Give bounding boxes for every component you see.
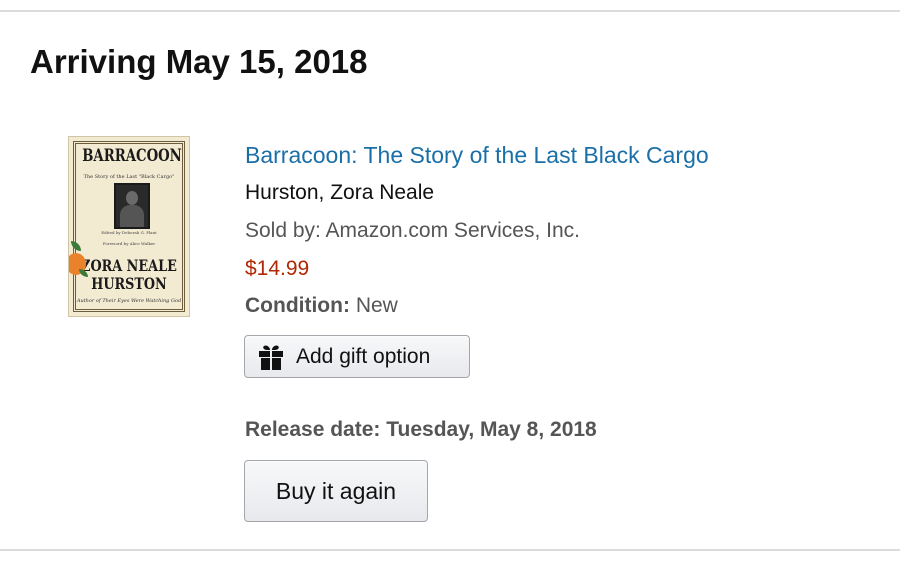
- gift-icon: [258, 344, 284, 370]
- condition-label: Condition:: [245, 294, 350, 317]
- bottom-divider: [0, 549, 900, 551]
- release-date: Release date: Tuesday, May 8, 2018: [245, 418, 597, 441]
- cover-title: BARRACOON: [82, 146, 182, 166]
- buy-it-again-button[interactable]: Buy it again: [244, 460, 428, 522]
- product-title-link[interactable]: Barracoon: The Story of the Last Black C…: [245, 140, 709, 170]
- product-price: $14.99: [245, 257, 310, 280]
- buy-it-again-label: Buy it again: [275, 478, 397, 504]
- add-gift-option-label: Add gift option: [296, 345, 431, 368]
- condition-value: New: [355, 294, 398, 317]
- add-gift-option-button[interactable]: Add gift option: [244, 335, 470, 378]
- cover-subtitle: The Story of the Last "Black Cargo": [83, 174, 175, 180]
- cover-editor-credit: Edited by Deborah G. Plant: [101, 230, 157, 235]
- cover-author-line-2: HURSTON: [91, 274, 167, 293]
- cover-footer: Author of Their Eyes Were Watching God: [76, 298, 182, 304]
- cover-foreword-credit: Foreword by Alice Walker: [102, 241, 156, 246]
- arrival-heading: Arriving May 15, 2018: [30, 43, 368, 80]
- top-divider: [0, 10, 900, 12]
- product-author: Hurston, Zora Neale: [245, 181, 435, 204]
- book-cover-image[interactable]: BARRACOON The Story of the Last "Black C…: [68, 136, 190, 317]
- cover-portrait: [114, 183, 150, 229]
- cover-author-line-1: ZORA NEALE: [81, 256, 177, 275]
- seller-info: Sold by: Amazon.com Services, Inc.: [245, 219, 580, 242]
- product-condition: Condition: New: [245, 292, 398, 320]
